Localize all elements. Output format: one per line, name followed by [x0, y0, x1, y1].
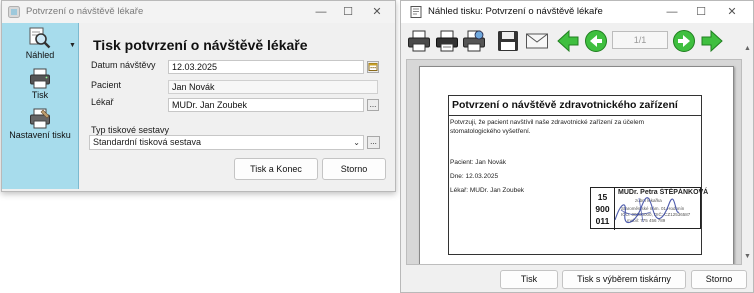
magnifier-icon: [29, 27, 51, 49]
document-page: Potvrzení o návštěvě zdravotnického zaří…: [419, 66, 734, 264]
doctor-stamp: 15 900 011 MUDr. Petra ŠTĚPÁNKOVÁ zubní …: [590, 187, 708, 230]
doctor-browse-button[interactable]: ...: [367, 99, 379, 111]
print-with-dialog-icon[interactable]: [435, 29, 459, 53]
document-divider: [448, 115, 702, 116]
app-icon: [8, 6, 20, 18]
print-preview-app-icon: [410, 6, 422, 18]
maximize-button[interactable]: ☐: [335, 4, 361, 20]
save-icon[interactable]: [496, 29, 520, 53]
document-patient-line: Pacient: Jan Novák: [450, 159, 507, 166]
first-page-icon[interactable]: [556, 29, 580, 53]
minimize-button[interactable]: —: [308, 4, 334, 20]
print-dialog-window: Potvrzení o návštěvě lékaře — ☐ ✕ Náhled…: [1, 0, 396, 192]
document-date-line: Dne: 12.03.2025: [450, 173, 499, 180]
report-type-value: Standardní tisková sestava: [93, 137, 202, 147]
close-button[interactable]: ✕: [364, 4, 390, 20]
print-settings-label: Nastavení tisku: [9, 130, 71, 140]
preview-toolbar: 1/1: [401, 23, 753, 59]
print-button[interactable]: Tisk: [2, 67, 78, 100]
patient-field[interactable]: Jan Novák: [168, 80, 378, 94]
preview-titlebar[interactable]: Náhled tisku: Potvrzení o návštěvě lékař…: [401, 1, 753, 23]
report-type-browse-button[interactable]: ...: [367, 136, 380, 149]
dialog-title: Potvrzení o návštěvě lékaře: [26, 6, 144, 17]
print-and-close-button[interactable]: Tisk a Konec: [234, 158, 318, 180]
dialog-client-area: Náhled ▼ Tisk Nastavení tisku Tisk potvr…: [2, 23, 395, 191]
print-label: Tisk: [31, 90, 49, 100]
printer-setup-icon[interactable]: [462, 29, 486, 53]
preview-button[interactable]: Náhled: [2, 27, 78, 60]
preview-area: Potvrzení o návštěvě zdravotnického zaří…: [406, 59, 742, 265]
doctor-label: Lékař: [91, 97, 114, 107]
chevron-down-icon: ⌄: [353, 138, 360, 147]
vertical-scrollbar[interactable]: ▲ ▼: [742, 45, 753, 265]
signature-image: [614, 197, 680, 224]
visit-date-label: Datum návštěvy: [91, 60, 156, 70]
print-icon[interactable]: [407, 29, 431, 53]
scroll-down-icon[interactable]: ▼: [744, 253, 751, 260]
print-with-printer-selection-button[interactable]: Tisk s výběrem tiskárny: [562, 270, 686, 289]
calendar-icon: [368, 63, 378, 71]
preview-cancel-button[interactable]: Storno: [691, 270, 747, 289]
preview-print-button[interactable]: Tisk: [500, 270, 558, 289]
report-type-label: Typ tiskové sestavy: [91, 125, 170, 135]
document-doctor-line: Lékař: MUDr. Jan Zoubek: [450, 187, 525, 194]
calendar-button[interactable]: [367, 61, 379, 73]
dialog-titlebar[interactable]: Potvrzení o návštěvě lékaře — ☐ ✕: [2, 1, 395, 23]
printer-icon: [30, 68, 50, 89]
preview-minimize-button[interactable]: —: [659, 4, 685, 20]
document-title: Potvrzení o návštěvě zdravotnického zaří…: [452, 99, 678, 111]
cancel-button[interactable]: Storno: [322, 158, 386, 180]
printer-settings-icon: [30, 108, 50, 129]
preview-label: Náhled: [25, 50, 55, 60]
print-preview-window: Náhled tisku: Potvrzení o návštěvě lékař…: [400, 0, 754, 293]
preview-title: Náhled tisku: Potvrzení o návštěvě lékař…: [428, 6, 603, 17]
page-indicator[interactable]: 1/1: [612, 31, 668, 49]
preview-close-button[interactable]: ✕: [719, 4, 745, 20]
print-settings-button[interactable]: Nastavení tisku: [2, 107, 78, 140]
preview-dropdown-arrow-icon[interactable]: ▼: [69, 42, 76, 49]
visit-date-field[interactable]: 12.03.2025: [168, 60, 364, 74]
email-icon[interactable]: [525, 29, 549, 53]
scroll-up-icon[interactable]: ▲: [744, 45, 751, 52]
patient-label: Pacient: [91, 80, 122, 90]
form-heading: Tisk potvrzení o návštěvě lékaře: [93, 37, 308, 53]
previous-page-icon[interactable]: [584, 29, 608, 53]
last-page-icon[interactable]: [700, 29, 724, 53]
preview-button-bar: Tisk Tisk s výběrem tiskárny Storno: [401, 265, 753, 292]
document-body-line2: stomatologického vyšetření.: [450, 128, 531, 135]
report-type-select[interactable]: Standardní tisková sestava ⌄: [89, 135, 364, 150]
document-body-line1: Potvrzuji, že pacient navštívil naše zdr…: [450, 119, 645, 126]
next-page-icon[interactable]: [672, 29, 696, 53]
preview-maximize-button[interactable]: ☐: [688, 4, 714, 20]
doctor-field[interactable]: MUDr. Jan Zoubek: [168, 98, 364, 112]
sidebar: Náhled ▼ Tisk Nastavení tisku: [2, 23, 79, 189]
